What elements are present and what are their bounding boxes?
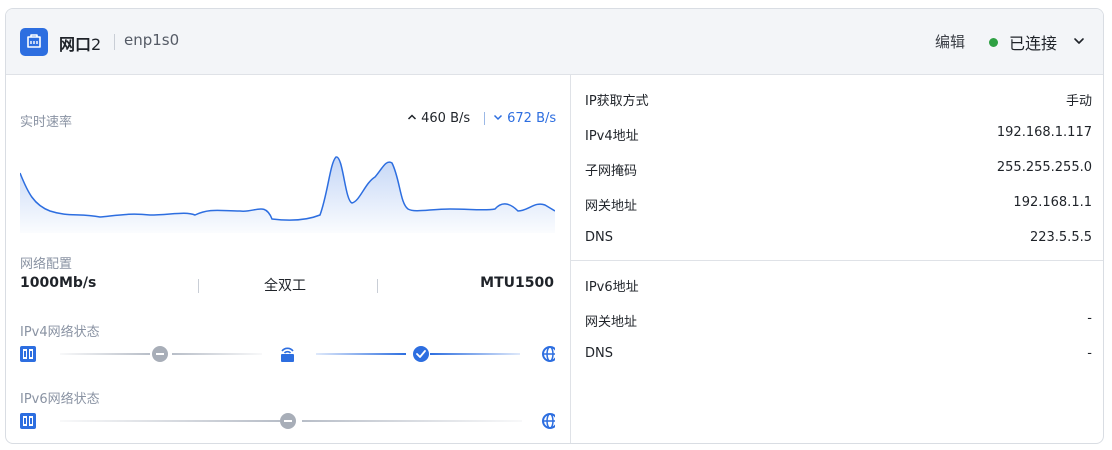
section-divider [571, 260, 1103, 261]
info-value: - [1087, 346, 1092, 361]
info-row-ipv6-address: IPv6地址 [585, 276, 1092, 296]
chevron-down-icon[interactable] [1072, 33, 1086, 52]
speed-divider [484, 112, 485, 125]
device-icon [20, 413, 36, 429]
config-divider [377, 279, 378, 293]
info-key: IP获取方式 [585, 94, 649, 109]
info-row-ip-method: IP获取方式 手动 [585, 90, 1092, 110]
arrow-up-icon [407, 114, 417, 120]
info-value: 223.5.5.5 [1029, 230, 1092, 245]
info-row-ipv6-dns: DNS - [585, 346, 1092, 366]
upload-speed: 460 B/s [407, 111, 470, 126]
info-row-ipv6-gateway: 网关地址 - [585, 311, 1092, 331]
mtu-value: MTU1500 [480, 275, 554, 291]
traffic-sparkline [20, 156, 555, 233]
ipv4-status-label: IPv4网络状态 [20, 325, 100, 340]
link-speed: 1000Mb/s [20, 275, 97, 291]
info-value: 手动 [1065, 94, 1092, 109]
info-row-dns: DNS 223.5.5.5 [585, 230, 1092, 250]
info-key: 子网掩码 [585, 164, 638, 179]
realtime-rate-label: 实时速率 [20, 115, 73, 130]
info-key: IPv6地址 [585, 280, 639, 295]
info-value: 255.255.255.0 [996, 160, 1092, 175]
connection-status: 已连接 [1009, 34, 1058, 53]
network-config-label: 网络配置 [20, 257, 73, 272]
config-divider [198, 279, 199, 293]
network-port-card: 网口2 enp1s0 编辑 已连接 实时速率 460 B/s 672 B/s 网… [5, 8, 1104, 444]
connected-check-icon [413, 346, 429, 362]
info-value: - [1087, 311, 1092, 326]
ipv6-route [20, 408, 555, 434]
info-value: 192.168.1.1 [1013, 195, 1092, 210]
download-speed: 672 B/s [493, 111, 556, 126]
info-value: 192.168.1.117 [996, 125, 1092, 140]
traffic-panel: 实时速率 460 B/s 672 B/s 网络配置 1000Mb/s 全双工 M… [6, 75, 570, 443]
header-divider [114, 34, 115, 50]
address-info-panel: IP获取方式 手动 IPv4地址 192.168.1.117 子网掩码 255.… [571, 75, 1103, 443]
interface-name: enp1s0 [124, 31, 180, 49]
info-key: IPv4地址 [585, 129, 639, 144]
info-row-gateway: 网关地址 192.168.1.1 [585, 195, 1092, 215]
info-key: 网关地址 [585, 199, 638, 214]
info-key: 网关地址 [585, 315, 638, 330]
info-row-ipv4-address: IPv4地址 192.168.1.117 [585, 125, 1092, 145]
pending-status-icon [152, 346, 168, 362]
pending-status-icon [280, 413, 296, 429]
port-title: 网口2 [59, 35, 102, 54]
internet-globe-icon [542, 413, 555, 429]
edit-button[interactable]: 编辑 [935, 31, 965, 52]
info-key: DNS [585, 346, 613, 361]
ipv4-route [20, 341, 555, 367]
connected-status-dot [989, 38, 998, 47]
info-key: DNS [585, 230, 613, 245]
ethernet-port-icon [20, 28, 48, 56]
card-header[interactable]: 网口2 enp1s0 编辑 已连接 [6, 9, 1103, 75]
arrow-down-icon [493, 114, 503, 121]
router-icon [281, 347, 294, 362]
internet-globe-icon [542, 346, 555, 362]
ipv6-status-label: IPv6网络状态 [20, 392, 100, 407]
device-icon [20, 346, 36, 362]
duplex-mode: 全双工 [264, 278, 306, 294]
info-row-subnet-mask: 子网掩码 255.255.255.0 [585, 160, 1092, 180]
